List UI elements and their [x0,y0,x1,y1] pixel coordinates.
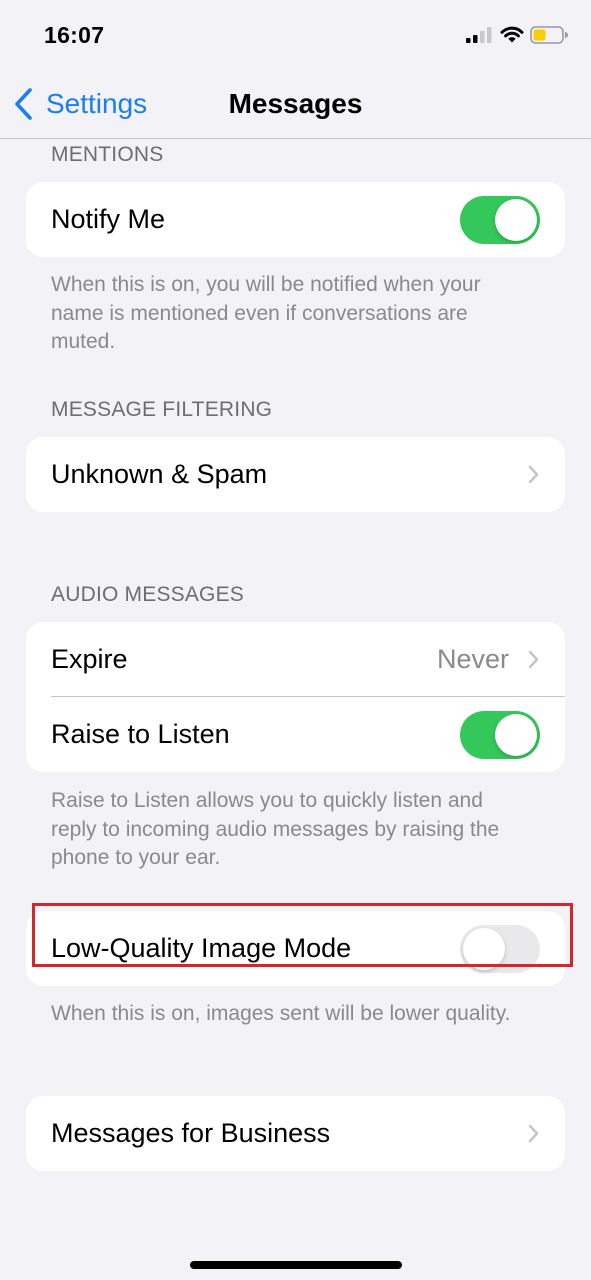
section-header-message-filtering: MESSAGE FILTERING [51,398,273,421]
messages-for-business-label: Messages for Business [51,1118,331,1148]
toggle-knob [495,199,537,241]
mentions-group: Notify Me [26,182,565,257]
wifi-icon [500,26,524,43]
raise-to-listen-row: Raise to Listen [26,697,565,772]
expire-row[interactable]: Expire Never [26,622,565,697]
filtering-group: Unknown & Spam [26,437,565,512]
raise-to-listen-toggle[interactable] [460,711,540,759]
toggle-knob [495,714,537,756]
low-quality-footer: When this is on, images sent will be low… [51,1002,511,1025]
battery-low-icon [530,26,568,44]
expire-value: Never [436,644,509,674]
expire-label: Expire [51,644,128,674]
messages-for-business-row[interactable]: Messages for Business [26,1096,565,1171]
section-header-audio-messages: AUDIO MESSAGES [51,583,245,606]
highlight-annotation [32,903,573,967]
page-title-text: Messages [228,88,363,119]
section-header-mentions: MENTIONS [51,143,164,166]
chevron-right-icon [528,465,539,484]
cellular-signal-icon [466,27,492,43]
status-time: 16:07 [44,22,105,48]
notify-me-toggle[interactable] [460,196,540,244]
chevron-right-icon [528,1124,539,1143]
audio-group: Expire Never Raise to Listen [26,622,565,772]
navigation-bar: Settings Messages [0,72,591,139]
unknown-spam-row[interactable]: Unknown & Spam [26,437,565,512]
page-title: Messages [0,88,591,120]
chevron-right-icon [528,650,539,669]
home-indicator[interactable] [190,1261,402,1269]
raise-to-listen-label: Raise to Listen [51,719,230,749]
notify-me-label: Notify Me [51,204,166,234]
business-group: Messages for Business [26,1096,565,1171]
notify-me-row: Notify Me [26,182,565,257]
audio-footer: Raise to Listen allows you to quickly li… [51,789,500,869]
mentions-footer: When this is on, you will be notified wh… [51,273,481,353]
unknown-spam-label: Unknown & Spam [51,459,268,489]
status-bar: 16:07 [0,0,591,72]
